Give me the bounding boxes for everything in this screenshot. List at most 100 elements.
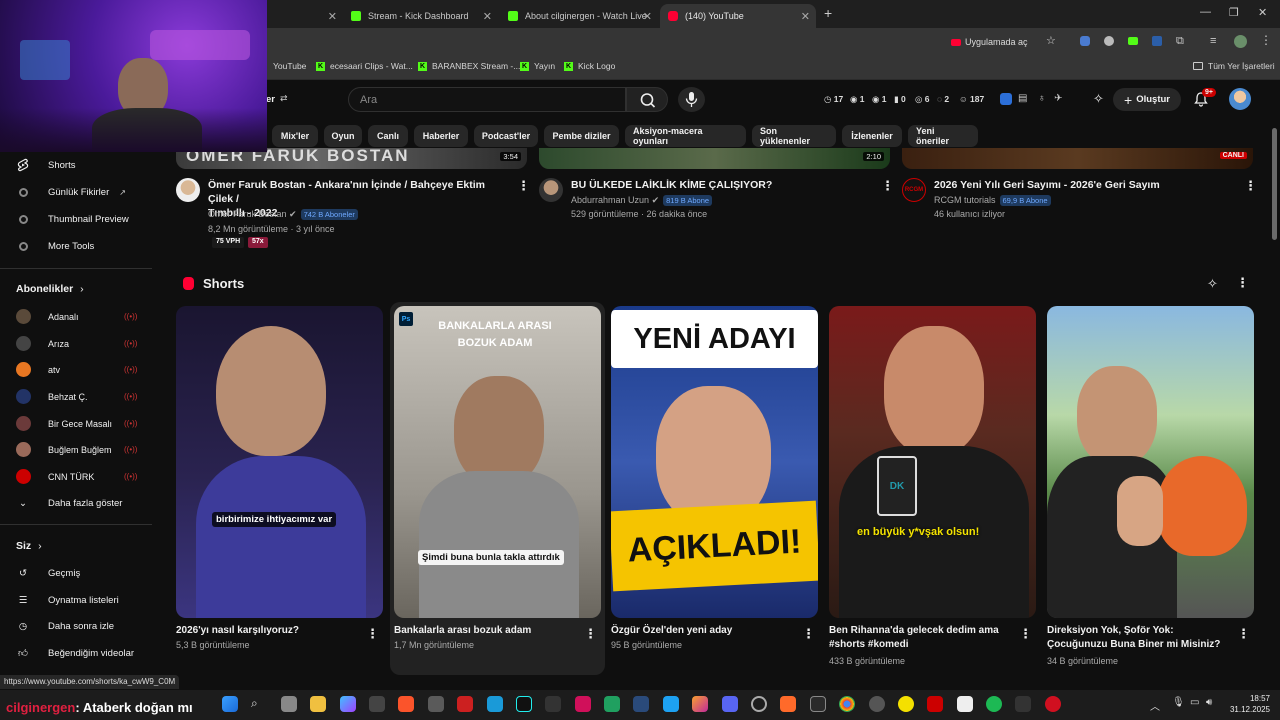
app-icon[interactable]: [898, 696, 914, 712]
bookmark-yayin[interactable]: K Yayın: [520, 61, 555, 71]
show-more-button[interactable]: ⌄ Daha fazla göster: [16, 496, 122, 510]
window-close-button[interactable]: ✕: [1258, 6, 1267, 19]
more-vertical-icon[interactable]: ⋮: [1236, 275, 1249, 291]
short-thumbnail[interactable]: DK en büyük y*vşak olsun!: [829, 306, 1036, 618]
sidebar-item-channel[interactable]: Buğlem Buğlem ((•)): [16, 442, 137, 457]
notifications-button[interactable]: 9+: [1193, 88, 1216, 112]
more-vertical-icon[interactable]: ⋮: [881, 178, 894, 194]
chip-recently-uploaded[interactable]: Son yüklenenler: [752, 125, 836, 147]
sidebar-item-watch-later[interactable]: ◷ Daha sonra izle: [16, 619, 114, 633]
video-thumbnail[interactable]: 2:10: [539, 148, 890, 169]
more-vertical-icon[interactable]: ⋮: [1019, 626, 1032, 642]
channel-avatar[interactable]: [176, 178, 200, 202]
app-icon[interactable]: [780, 696, 796, 712]
close-icon[interactable]: ✕: [643, 10, 652, 23]
chip-watched[interactable]: İzlenenler: [842, 125, 902, 147]
close-icon[interactable]: ✕: [801, 10, 810, 23]
minimize-button[interactable]: —: [1200, 6, 1211, 18]
twitter-icon[interactable]: [663, 696, 679, 712]
menu-lines-icon[interactable]: ≡: [1210, 35, 1216, 47]
sidebar-item-playlists[interactable]: ☰ Oynatma listeleri: [16, 593, 119, 607]
puzzle-icon[interactable]: ⧉: [1176, 35, 1184, 48]
close-icon[interactable]: ✕: [483, 10, 492, 23]
sidebar-item-channel[interactable]: Bir Gece Masalı ((•)): [16, 416, 137, 431]
new-tab-button[interactable]: +: [824, 5, 832, 21]
more-vertical-icon[interactable]: ⋮: [584, 626, 597, 642]
short-title[interactable]: Direksiyon Yok, Şoför Yok: Çocuğunuzu Bun…: [1047, 624, 1220, 652]
short-title[interactable]: Özgür Özel'den yeni aday: [611, 624, 732, 638]
sliders-icon[interactable]: ⇄: [280, 93, 288, 104]
kick-extension-icon[interactable]: [1128, 37, 1138, 45]
app-icon[interactable]: [1015, 696, 1031, 712]
subscriptions-heading[interactable]: Abonelikler ›: [16, 283, 84, 295]
tab-hidden[interactable]: ✕: [268, 4, 343, 28]
more-vertical-icon[interactable]: ⋮: [1237, 626, 1250, 642]
more-vertical-icon[interactable]: ⋮: [802, 626, 815, 642]
spotify-icon[interactable]: [986, 696, 1002, 712]
video-channel[interactable]: Ömer Faruk Bostan ✔ 742 B Aboneler: [208, 209, 358, 220]
network-icon[interactable]: ▭: [1190, 697, 1199, 708]
open-in-app-button[interactable]: Uygulamada aç: [951, 34, 1028, 50]
task-view-icon[interactable]: [281, 696, 297, 712]
sidebar-item-daily-ideas[interactable]: Günlük Fikirler ↗: [16, 185, 126, 199]
volume-icon[interactable]: 🔊︎: [1206, 697, 1212, 708]
short-title[interactable]: 2026'yı nasıl karşılıyoruz?: [176, 624, 299, 638]
app-icon[interactable]: [545, 696, 561, 712]
chip-new-to-you[interactable]: Yeni öneriler: [908, 125, 978, 147]
more-vertical-icon[interactable]: ⋮: [1244, 178, 1257, 194]
sidebar-item-liked[interactable]: 👍︎ Beğendiğim videolar: [16, 646, 134, 660]
rocket-icon[interactable]: ✈: [1054, 93, 1062, 104]
sidebar-item-channel[interactable]: CNN TÜRK ((•)): [16, 469, 137, 484]
voice-search-button[interactable]: [678, 87, 705, 112]
app-icon[interactable]: [604, 696, 620, 712]
more-vertical-icon[interactable]: ⋮: [1260, 33, 1272, 47]
short-thumbnail[interactable]: [1047, 306, 1254, 618]
sidebar-item-thumbnail-preview[interactable]: Thumbnail Preview: [16, 212, 129, 226]
instagram-icon[interactable]: [692, 696, 708, 712]
you-heading[interactable]: Siz ›: [16, 540, 42, 552]
bookmark-baranbex[interactable]: K BARANBEX Stream -...: [418, 61, 520, 71]
extension-icon[interactable]: [1080, 36, 1090, 46]
steam-icon[interactable]: [633, 696, 649, 712]
tab-kick-dashboard[interactable]: Stream - Kick Dashboard ✕: [343, 4, 498, 28]
copilot-icon[interactable]: [340, 696, 356, 712]
more-vertical-icon[interactable]: ⋮: [366, 626, 379, 642]
short-title[interactable]: Bankalarla arası bozuk adam: [394, 624, 531, 638]
all-bookmarks[interactable]: Tüm Yer İşaretleri: [1193, 61, 1275, 71]
star-icon[interactable]: ☆: [1046, 34, 1056, 47]
mic-tray-icon[interactable]: 🎙︎: [1172, 697, 1185, 708]
app-icon[interactable]: [428, 696, 444, 712]
close-icon[interactable]: ✕: [328, 10, 337, 23]
discord-icon[interactable]: [722, 696, 738, 712]
media-icon[interactable]: [457, 696, 473, 712]
video-thumbnail[interactable]: CANLI: [902, 148, 1253, 169]
obs-icon[interactable]: [869, 696, 885, 712]
filter-label[interactable]: er: [266, 94, 275, 105]
epic-games-icon[interactable]: [810, 696, 826, 712]
sidebar-item-shorts[interactable]: Shorts: [16, 158, 75, 172]
windows-start-icon[interactable]: [222, 696, 238, 712]
short-thumbnail[interactable]: Ps BANKALARLA ARASI BOZUK ADAM Şimdi bun…: [394, 306, 601, 618]
speedometer-icon[interactable]: [751, 696, 767, 712]
video-channel[interactable]: RCGM tutorials 69,9 B Abone: [934, 195, 1051, 206]
scrollbar-thumb[interactable]: [1272, 128, 1277, 240]
bookmark-youtube[interactable]: YouTube: [273, 61, 306, 71]
avatar[interactable]: [1229, 88, 1251, 110]
video-title[interactable]: BU ÜLKEDE LAİKLİK KİME ÇALIŞIYOR?: [571, 178, 871, 192]
chrome-icon[interactable]: [839, 696, 855, 712]
chip-podcasts[interactable]: Podcast'ler: [474, 125, 538, 147]
bulb-icon[interactable]: ♁: [1038, 93, 1046, 104]
brave-icon[interactable]: [398, 696, 414, 712]
opera-icon[interactable]: [1045, 696, 1061, 712]
tiktok-icon[interactable]: [516, 696, 532, 712]
bookmark-ecesaari[interactable]: Kecesaari Clips - Wat...: [316, 61, 413, 71]
chip-soap-operas[interactable]: Pembe diziler: [544, 125, 619, 147]
extension-icon[interactable]: [1000, 93, 1012, 105]
profile-icon[interactable]: [1234, 35, 1247, 48]
search-input[interactable]: Ara: [348, 87, 626, 112]
channel-avatar[interactable]: [539, 178, 563, 202]
chip-live[interactable]: Canlı: [368, 125, 408, 147]
grid-icon[interactable]: ▤: [1018, 93, 1027, 104]
chip-action-games[interactable]: Aksiyon-macera oyunları: [625, 125, 746, 147]
tab-youtube[interactable]: (140) YouTube ✕: [660, 4, 816, 28]
